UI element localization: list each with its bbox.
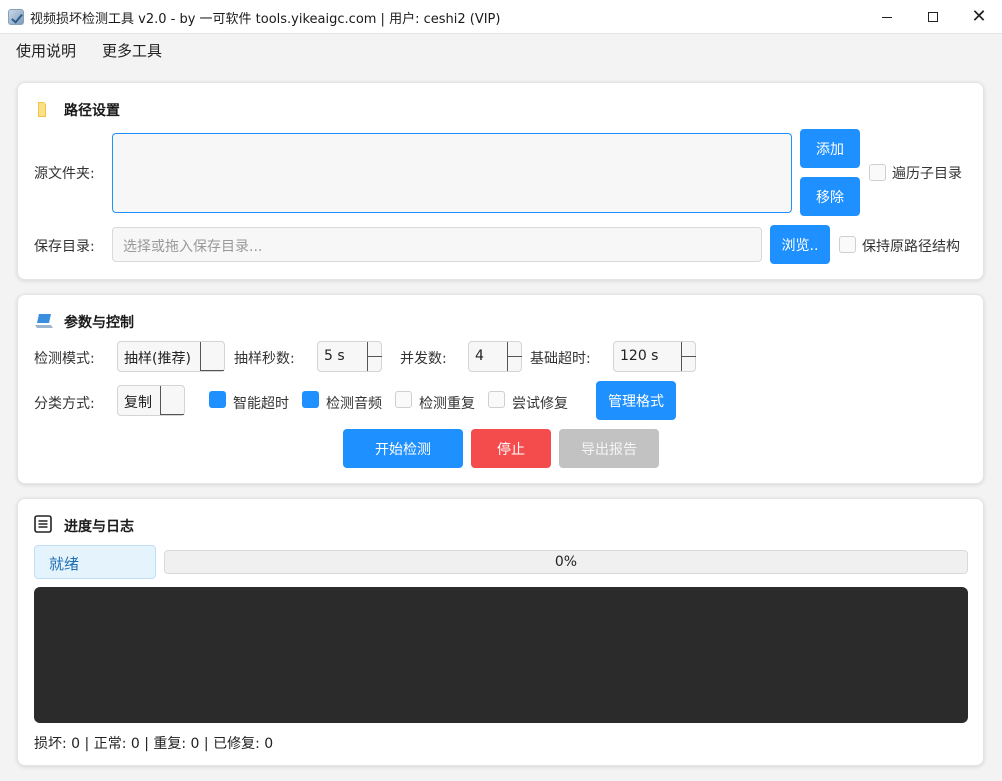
folder-icon — [38, 102, 46, 117]
window-title: 视频损坏检测工具 v2.0 - by 一可软件 tools.yikeaigc.c… — [30, 12, 501, 27]
check-audio-checkbox[interactable] — [302, 391, 319, 408]
stats-summary: 损坏: 0 | 正常: 0 | 重复: 0 | 已修复: 0 — [34, 736, 274, 752]
timeout-label: 基础超时: — [530, 351, 591, 367]
concurrency-spinbox[interactable]: 4 — [468, 341, 522, 372]
smart-timeout-checkbox[interactable] — [209, 391, 226, 408]
source-folder-list[interactable] — [112, 133, 792, 213]
sample-seconds-label: 抽样秒数: — [234, 351, 295, 367]
try-repair-label: 尝试修复 — [512, 396, 568, 412]
spin-arrows-icon[interactable] — [507, 342, 522, 371]
menu-bar: 使用说明 更多工具 — [0, 34, 1002, 66]
start-detection-button[interactable]: 开始检测 — [343, 429, 463, 468]
spin-arrows-icon[interactable] — [681, 342, 696, 371]
spin-arrows-icon[interactable] — [367, 342, 382, 371]
path-settings-title: 路径设置 — [64, 103, 120, 119]
export-report-button[interactable]: 导出报告 — [559, 429, 659, 468]
check-duplicate-label: 检测重复 — [419, 396, 475, 412]
stop-button[interactable]: 停止 — [471, 429, 551, 468]
check-duplicate-checkbox[interactable] — [395, 391, 412, 408]
params-control-title: 参数与控制 — [64, 315, 134, 331]
smart-timeout-label: 智能超时 — [233, 396, 289, 412]
timeout-spinbox[interactable]: 120 s — [613, 341, 696, 372]
log-output[interactable] — [34, 587, 968, 723]
mode-label: 检测模式: — [34, 351, 95, 367]
classify-label: 分类方式: — [34, 396, 95, 412]
source-folder-label: 源文件夹: — [34, 166, 95, 182]
add-button[interactable]: 添加 — [800, 129, 860, 168]
recurse-subdirs-label: 遍历子目录 — [892, 166, 962, 182]
classify-select[interactable]: 复制 — [117, 385, 185, 416]
concurrency-value: 4 — [475, 348, 484, 364]
params-control-panel: 参数与控制 检测模式: 抽样(推荐) 抽样秒数: 5 s 并发数: 4 基础超时… — [17, 294, 984, 484]
progress-log-panel: 进度与日志 就绪 0% 损坏: 0 | 正常: 0 | 重复: 0 | 已修复:… — [17, 498, 984, 766]
keep-structure-label: 保持原路径结构 — [862, 239, 960, 255]
progress-log-title: 进度与日志 — [64, 519, 134, 535]
progress-percent: 0% — [554, 554, 578, 570]
timeout-value: 120 s — [620, 348, 659, 364]
chevron-down-icon — [160, 386, 184, 415]
window-titlebar: 视频损坏检测工具 v2.0 - by 一可软件 tools.yikeaigc.c… — [0, 0, 1002, 34]
progress-bar: 0% — [164, 550, 968, 574]
classify-value: 复制 — [124, 395, 152, 411]
laptop-icon — [35, 314, 53, 328]
menu-item-help[interactable]: 使用说明 — [16, 40, 76, 61]
manage-formats-button[interactable]: 管理格式 — [596, 381, 676, 420]
app-icon — [8, 9, 24, 25]
minimize-icon[interactable] — [864, 0, 910, 34]
close-icon[interactable]: ✕ — [956, 0, 1002, 34]
maximize-icon[interactable] — [910, 0, 956, 34]
remove-button[interactable]: 移除 — [800, 177, 860, 216]
recurse-subdirs-checkbox[interactable] — [869, 164, 886, 181]
sample-seconds-spinbox[interactable]: 5 s — [317, 341, 382, 372]
path-settings-panel: 路径设置 源文件夹: 添加 移除 遍历子目录 保存目录: 选择或拖入保存目录..… — [17, 82, 984, 280]
browse-button[interactable]: 浏览.. — [770, 225, 830, 264]
sample-seconds-value: 5 s — [324, 348, 345, 364]
check-audio-label: 检测音频 — [326, 396, 382, 412]
mode-value: 抽样(推荐) — [124, 351, 191, 367]
save-dir-label: 保存目录: — [34, 239, 95, 255]
document-list-icon — [34, 515, 52, 533]
menu-item-more-tools[interactable]: 更多工具 — [102, 40, 162, 61]
mode-select[interactable]: 抽样(推荐) — [117, 341, 225, 372]
try-repair-checkbox[interactable] — [488, 391, 505, 408]
chevron-down-icon — [200, 342, 224, 371]
concurrency-label: 并发数: — [400, 351, 447, 367]
keep-structure-checkbox[interactable] — [839, 236, 856, 253]
save-dir-input[interactable]: 选择或拖入保存目录... — [112, 227, 762, 262]
status-label: 就绪 — [34, 545, 156, 579]
